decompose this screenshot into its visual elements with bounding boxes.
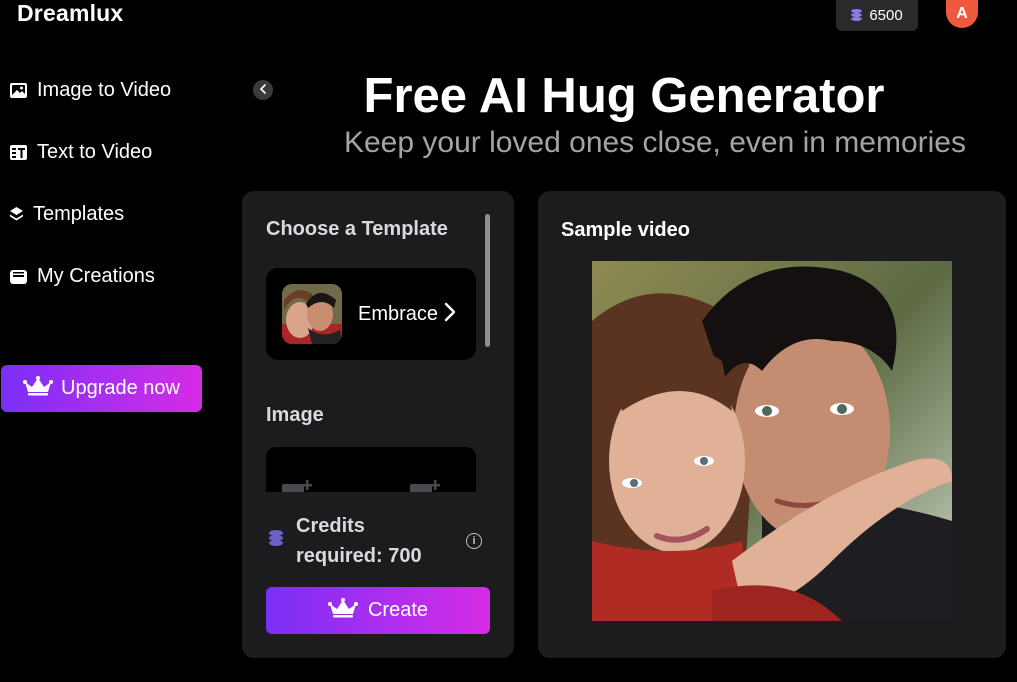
- layers-icon: [9, 206, 24, 223]
- app-root: Dreamlux 6500 A Image to Video Text to V…: [0, 0, 1017, 682]
- info-icon[interactable]: i: [466, 533, 482, 549]
- upgrade-now-label: Upgrade now: [61, 377, 180, 399]
- sample-video-panel: Sample video: [538, 191, 1006, 658]
- crown-icon: [23, 375, 54, 402]
- template-selector[interactable]: Embrace: [266, 268, 476, 360]
- credits-balance-value: 6500: [869, 7, 903, 24]
- add-image-icon: [410, 480, 442, 492]
- create-button[interactable]: Create: [266, 587, 490, 634]
- image-heading: Image: [266, 404, 324, 426]
- credits-required-label: Credits required: 700: [296, 515, 422, 567]
- credits-balance-badge[interactable]: 6500: [836, 0, 918, 31]
- credits-required: Credits required: 700 i: [268, 511, 492, 571]
- folder-icon: [9, 268, 28, 285]
- user-avatar[interactable]: A: [946, 0, 978, 28]
- coins-icon: [268, 529, 284, 554]
- coins-icon: [851, 9, 863, 22]
- page-title: Free AI Hug Generator: [363, 69, 885, 123]
- sidebar-item-label: Image to Video: [37, 79, 172, 101]
- sample-video-player[interactable]: [592, 261, 952, 621]
- sidebar-item-my-creations[interactable]: My Creations: [9, 265, 155, 288]
- sidebar-item-label: Templates: [33, 203, 125, 225]
- create-label: Create: [367, 599, 429, 621]
- image-upload-area[interactable]: [266, 447, 476, 492]
- sample-video-title: Sample video: [561, 219, 690, 241]
- generator-form-panel: Choose a Template Embrace Image Credits …: [242, 191, 514, 658]
- app-logo[interactable]: Dreamlux: [17, 0, 123, 27]
- sidebar-item-label: My Creations: [37, 265, 155, 287]
- chevron-right-icon: [444, 302, 456, 327]
- image-icon: [9, 82, 28, 99]
- sidebar-item-text-to-video[interactable]: Text to Video: [9, 141, 152, 164]
- add-image-icon: [282, 480, 314, 492]
- template-thumbnail: [282, 284, 342, 344]
- upgrade-now-button[interactable]: Upgrade now: [1, 365, 202, 412]
- sidebar-item-templates[interactable]: Templates: [9, 203, 124, 226]
- text-video-icon: [9, 144, 28, 161]
- page-subtitle: Keep your loved ones close, even in memo…: [343, 126, 966, 159]
- sidebar-item-image-to-video[interactable]: Image to Video: [9, 79, 171, 102]
- crown-icon: [327, 597, 358, 624]
- sidebar-item-label: Text to Video: [37, 141, 153, 163]
- choose-template-heading: Choose a Template: [266, 218, 448, 240]
- form-scrollbar[interactable]: [485, 214, 490, 347]
- template-name: Embrace: [358, 302, 439, 325]
